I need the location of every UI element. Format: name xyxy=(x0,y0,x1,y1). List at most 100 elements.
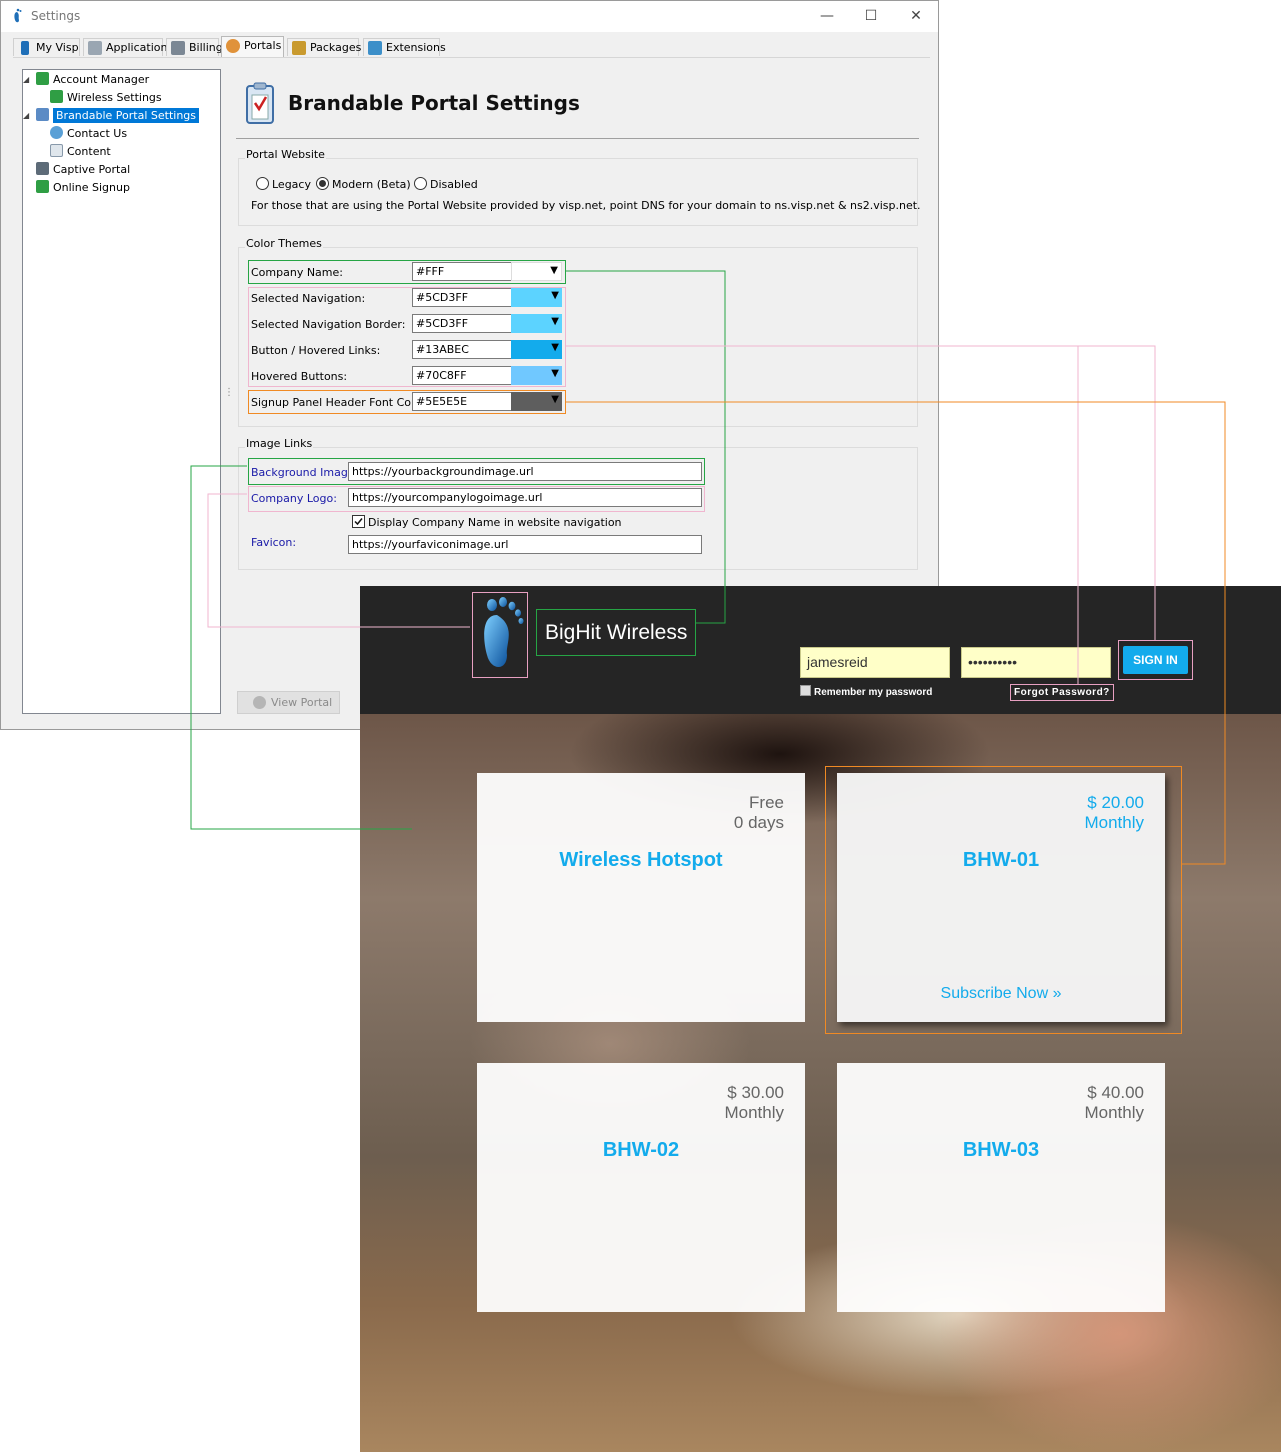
tab-label: Packages xyxy=(310,41,362,54)
background-image-input[interactable]: https://yourbackgroundimage.url xyxy=(348,462,702,481)
window-title: Settings xyxy=(31,9,81,23)
tree-item-captive-portal[interactable]: Captive Portal xyxy=(36,161,130,178)
page-title: Brandable Portal Settings xyxy=(288,91,580,115)
tree-item-label: Contact Us xyxy=(67,127,128,140)
tree-item-label: Content xyxy=(67,145,111,158)
maximize-button[interactable]: ☐ xyxy=(851,5,891,27)
price-period: Monthly xyxy=(1084,1103,1144,1122)
tree-item-wireless-settings[interactable]: Wireless Settings xyxy=(50,89,162,106)
user-icon xyxy=(36,72,49,85)
forgot-password-link[interactable]: Forgot Password? xyxy=(1010,684,1114,701)
price-amount: Free xyxy=(749,793,784,812)
hovered-buttons-color-input[interactable]: #70C8FF xyxy=(412,366,512,385)
company-logo-input[interactable]: https://yourcompanylogoimage.url xyxy=(348,488,702,507)
company-logo-label: Company Logo: xyxy=(251,492,337,505)
minimize-button[interactable]: — xyxy=(807,5,847,27)
tab-portals[interactable]: Portals xyxy=(221,36,284,58)
button-hovered-links-color-input[interactable]: #13ABEC xyxy=(412,340,512,359)
tab-my-visp[interactable]: My Visp xyxy=(13,38,80,56)
price-period: Monthly xyxy=(1084,813,1144,832)
title-bar: Settings — ☐ ✕ xyxy=(1,1,938,32)
tree-item-label: Captive Portal xyxy=(53,163,131,176)
clipboard-icon xyxy=(36,108,49,121)
tab-extensions[interactable]: Extensions xyxy=(363,38,446,56)
splitter-grip[interactable]: ⋮ xyxy=(224,387,234,398)
foot-icon xyxy=(21,41,29,55)
company-name[interactable]: BigHit Wireless xyxy=(545,621,687,645)
portal-website-group: Portal Website xyxy=(238,148,918,226)
password-input[interactable]: •••••••••• xyxy=(961,647,1111,678)
package-price: $ 30.00 Monthly xyxy=(724,1083,784,1123)
checkbox-checked[interactable] xyxy=(352,515,365,528)
radio-label: Modern (Beta) xyxy=(332,178,411,191)
tab-billing[interactable]: Billing xyxy=(166,38,223,56)
tab-label: My Visp xyxy=(36,41,79,54)
checkbox-label: Display Company Name in website navigati… xyxy=(368,516,622,529)
portal-navbar: BigHit Wireless jamesreid •••••••••• SIG… xyxy=(360,586,1281,714)
package-card-bhw-03[interactable]: $ 40.00 Monthly BHW-03 xyxy=(837,1063,1165,1312)
package-name: Wireless Hotspot xyxy=(559,849,723,871)
tab-label: Application xyxy=(106,41,168,54)
view-icon xyxy=(253,696,266,709)
portals-icon xyxy=(226,39,240,53)
package-card-bhw-02[interactable]: $ 30.00 Monthly BHW-02 xyxy=(477,1063,805,1312)
collapse-arrow-icon[interactable]: ◢ xyxy=(23,71,29,88)
radio-button-selected[interactable] xyxy=(316,177,329,190)
tab-application[interactable]: Application xyxy=(83,38,167,56)
button-hovered-links-color-dropdown[interactable]: ▼ xyxy=(511,340,562,359)
company-name-color-dropdown[interactable]: ▼ xyxy=(511,262,562,281)
clipboard-icon xyxy=(246,82,274,124)
radio-label: Disabled xyxy=(430,178,478,191)
billing-icon xyxy=(171,41,185,55)
favicon-input[interactable]: https://yourfaviconimage.url xyxy=(348,535,702,554)
portal-preview: BigHit Wireless jamesreid •••••••••• SIG… xyxy=(360,586,1281,1452)
close-button[interactable]: ✕ xyxy=(896,5,936,27)
tab-divider xyxy=(13,57,930,58)
selected-navigation-color-input[interactable]: #5CD3FF xyxy=(412,288,512,307)
sign-in-button[interactable]: SIGN IN xyxy=(1123,646,1188,674)
company-logo[interactable] xyxy=(472,592,528,678)
remember-password-option[interactable]: Remember my password xyxy=(800,685,932,698)
radio-legacy[interactable]: Legacy xyxy=(256,177,311,191)
checkbox[interactable] xyxy=(800,685,811,696)
tree-item-label: Wireless Settings xyxy=(67,91,162,104)
package-icon xyxy=(292,41,306,55)
tab-label: Portals xyxy=(244,39,282,52)
company-name-color-input[interactable]: #FFF xyxy=(412,262,512,281)
radio-label: Legacy xyxy=(272,178,311,191)
radio-button[interactable] xyxy=(256,177,269,190)
package-name: BHW-02 xyxy=(602,1139,680,1161)
header-divider xyxy=(236,138,919,139)
package-card-bhw-01[interactable]: $ 20.00 Monthly BHW-01 Subscribe Now » xyxy=(837,773,1165,1022)
view-portal-button[interactable]: View Portal xyxy=(237,691,340,714)
signup-panel-header-font-color-input[interactable]: #5E5E5E xyxy=(412,392,512,411)
collapse-arrow-icon[interactable]: ◢ xyxy=(23,107,29,124)
package-price: Free 0 days xyxy=(734,793,784,833)
group-label: Portal Website xyxy=(245,148,326,161)
username-input[interactable]: jamesreid xyxy=(800,647,950,678)
subscribe-now-link[interactable]: Subscribe Now » xyxy=(837,985,1165,1003)
tree-item-account-manager[interactable]: ◢ Account Manager xyxy=(23,71,149,88)
signin-highlight: SIGN IN xyxy=(1118,640,1193,680)
tree-item-online-signup[interactable]: Online Signup xyxy=(36,179,130,196)
tab-packages[interactable]: Packages xyxy=(287,38,362,56)
tree-item-content[interactable]: Content xyxy=(50,143,111,160)
dropdown-arrow-icon: ▼ xyxy=(551,316,559,327)
package-name: BHW-01 xyxy=(962,849,1040,871)
price-period: Monthly xyxy=(724,1103,784,1122)
selected-navigation-border-color-input[interactable]: #5CD3FF xyxy=(412,314,512,333)
settings-tree: ◢ Account Manager Wireless Settings ◢ Br… xyxy=(22,69,221,714)
radio-button[interactable] xyxy=(414,177,427,190)
radio-disabled[interactable]: Disabled xyxy=(414,177,478,191)
hovered-buttons-color-dropdown[interactable]: ▼ xyxy=(511,366,562,385)
tree-item-contact-us[interactable]: Contact Us xyxy=(50,125,127,142)
tree-item-brandable-portal-settings[interactable]: ◢ Brandable Portal Settings xyxy=(23,107,200,124)
signup-panel-header-font-color-dropdown[interactable]: ▼ xyxy=(511,392,562,411)
tab-label: Billing xyxy=(189,41,223,54)
package-card-wireless-hotspot[interactable]: Free 0 days Wireless Hotspot xyxy=(477,773,805,1022)
radio-modern-beta[interactable]: Modern (Beta) xyxy=(316,177,411,191)
selected-navigation-color-dropdown[interactable]: ▼ xyxy=(511,288,562,307)
display-company-name-option[interactable]: Display Company Name in website navigati… xyxy=(352,515,622,529)
group-label: Image Links xyxy=(245,437,314,450)
selected-navigation-border-color-dropdown[interactable]: ▼ xyxy=(511,314,562,333)
